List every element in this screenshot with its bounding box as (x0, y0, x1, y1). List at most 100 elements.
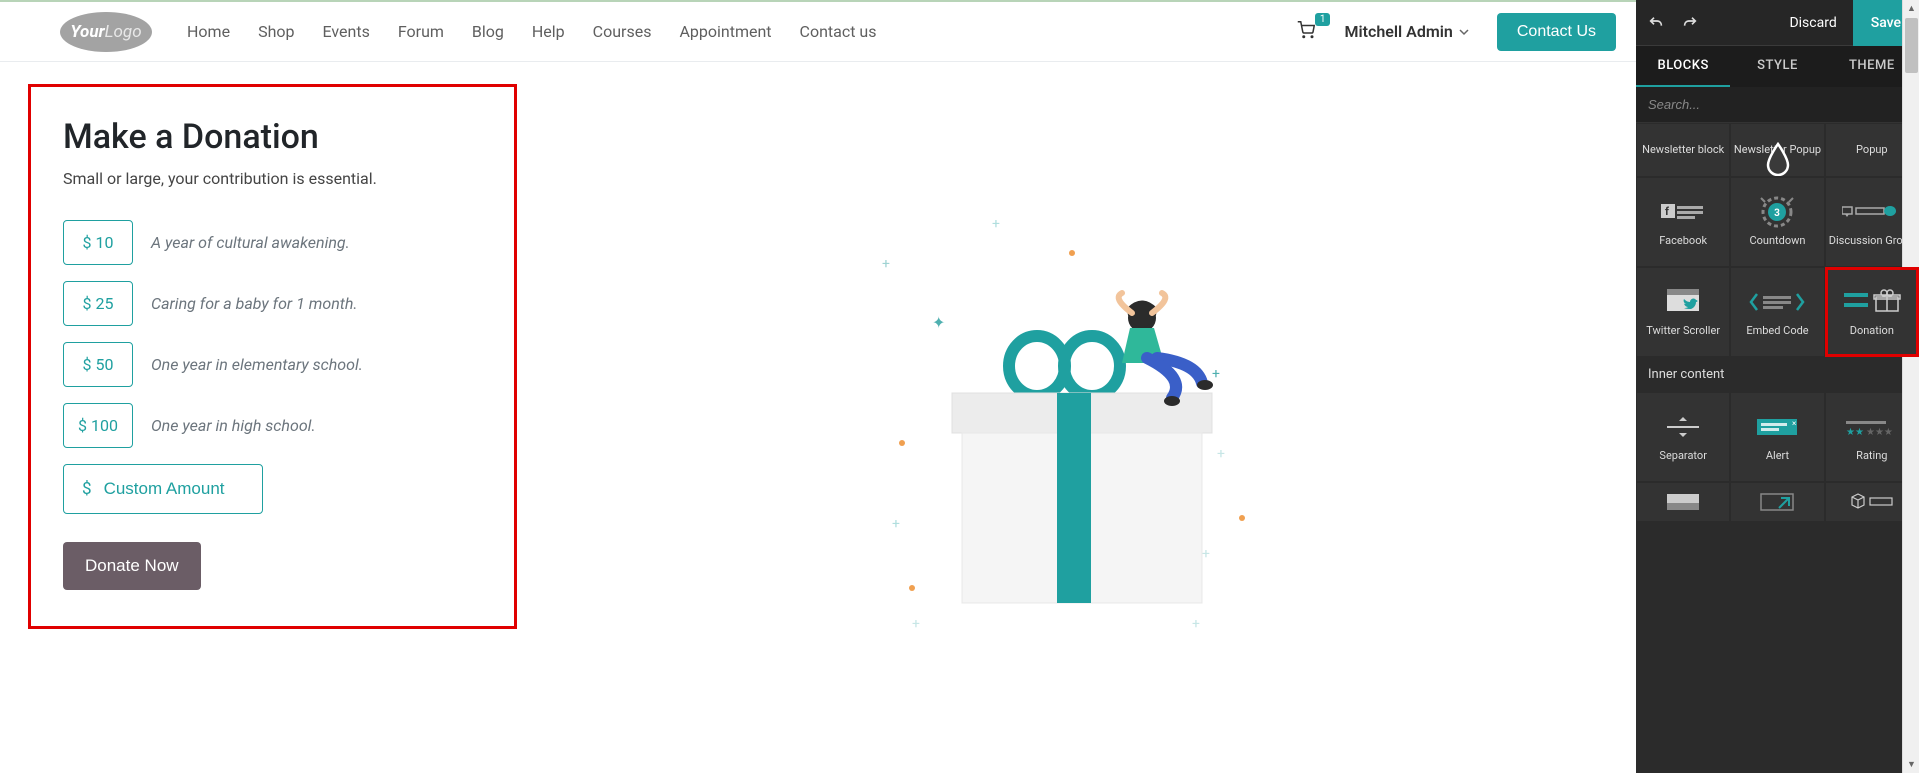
discard-button[interactable]: Discard (1779, 9, 1846, 37)
undo-icon (1648, 15, 1664, 31)
donation-amount-100[interactable]: $ 100 (63, 403, 133, 448)
custom-amount-field[interactable]: $ (63, 464, 263, 514)
donation-amount-25[interactable]: $ 25 (63, 281, 133, 326)
scroll-down-arrow[interactable]: ▼ (1903, 756, 1919, 773)
scroll-up-arrow[interactable]: ▲ (1903, 0, 1919, 17)
tab-style[interactable]: STYLE (1730, 46, 1824, 87)
site-header: YourLogo Home Shop Events Forum Blog Hel… (0, 2, 1636, 62)
nav-help[interactable]: Help (532, 22, 565, 41)
nav-home[interactable]: Home (187, 22, 230, 41)
custom-amount-input[interactable] (104, 479, 244, 499)
block-label: Rating (1856, 449, 1887, 462)
redo-icon (1682, 15, 1698, 31)
block-label: Facebook (1659, 234, 1707, 247)
nav-events[interactable]: Events (322, 22, 369, 41)
block-facebook[interactable]: f Facebook (1636, 177, 1730, 267)
block-label: Donation (1850, 324, 1894, 337)
block-search-input[interactable] (1646, 91, 1909, 118)
donation-desc-100: One year in high school. (151, 416, 316, 435)
block-label: Alert (1766, 449, 1789, 462)
svg-text:+: + (1192, 616, 1200, 632)
block-alert[interactable]: × Alert (1730, 392, 1824, 482)
vertical-scrollbar[interactable]: ▲ ▼ (1902, 0, 1919, 773)
contact-us-button[interactable]: Contact Us (1497, 13, 1616, 51)
countdown-icon: 3 (1759, 196, 1795, 228)
nav-blog[interactable]: Blog (472, 22, 504, 41)
twitter-icon (1661, 286, 1705, 318)
donation-amount-10[interactable]: $ 10 (63, 220, 133, 265)
block-separator[interactable]: Separator (1636, 392, 1730, 482)
svg-text:×: × (1792, 419, 1796, 428)
donation-title: Make a Donation (63, 117, 482, 157)
block-label: Twitter Scroller (1646, 324, 1720, 337)
editor-tabs: BLOCKS STYLE THEME (1636, 46, 1919, 87)
block-label: Embed Code (1746, 324, 1808, 337)
redo-button[interactable] (1678, 11, 1702, 35)
code-icon (1749, 286, 1805, 318)
donation-desc-50: One year in elementary school. (151, 355, 363, 374)
logo-text-2: Logo (105, 22, 142, 42)
block-embed-code[interactable]: Embed Code (1730, 267, 1824, 357)
svg-text:+: + (912, 616, 920, 632)
block-label: Separator (1659, 449, 1707, 462)
website-preview: YourLogo Home Shop Events Forum Blog Hel… (0, 0, 1636, 773)
block-donation[interactable]: Donation (1825, 267, 1919, 357)
donation-block[interactable]: Make a Donation Small or large, your con… (28, 84, 517, 629)
cart-button[interactable]: 1 (1296, 21, 1316, 43)
svg-text:★★★: ★★★ (1866, 427, 1893, 435)
nav-forum[interactable]: Forum (398, 22, 444, 41)
block-countdown[interactable]: 3 Countdown (1730, 177, 1824, 267)
currency-symbol: $ (82, 479, 92, 499)
block-label: Countdown (1749, 234, 1805, 247)
facebook-icon: f (1661, 196, 1705, 228)
nav-courses[interactable]: Courses (593, 22, 652, 41)
chevron-down-icon (1459, 27, 1469, 37)
block-twitter-scroller[interactable]: Twitter Scroller (1636, 267, 1730, 357)
user-name: Mitchell Admin (1344, 22, 1452, 41)
donation-subtitle: Small or large, your contribution is ess… (63, 169, 482, 188)
user-dropdown[interactable]: Mitchell Admin (1344, 22, 1468, 41)
block-label: Newsletter block (1642, 143, 1724, 156)
donation-desc-25: Caring for a baby for 1 month. (151, 294, 358, 313)
editor-toolbar: Discard Save (1636, 0, 1919, 46)
drop-cursor-icon (1765, 142, 1791, 176)
donation-amount-50[interactable]: $ 50 (63, 342, 133, 387)
donation-illustration: + + + + + + + + ✦ + + (517, 62, 1636, 773)
tab-blocks[interactable]: BLOCKS (1636, 46, 1730, 87)
svg-text:✦: ✦ (932, 313, 945, 332)
donation-desc-10: A year of cultural awakening. (151, 233, 350, 252)
blocks-panel[interactable]: Newsletter block Newsletter Popup Popup … (1636, 123, 1919, 773)
logo[interactable]: YourLogo (60, 12, 152, 52)
block-newsletter[interactable]: Newsletter block (1636, 123, 1730, 177)
inner-content-section: Inner content (1636, 357, 1919, 392)
nav-appointment[interactable]: Appointment (679, 22, 771, 41)
share-icon (1759, 486, 1795, 518)
block-newsletter-popup[interactable]: Newsletter Popup (1730, 123, 1824, 177)
undo-button[interactable] (1644, 11, 1668, 35)
nav-contact-us[interactable]: Contact us (800, 22, 877, 41)
cart-icon (1296, 21, 1316, 39)
svg-text:+: + (1212, 366, 1220, 382)
svg-text:f: f (1665, 205, 1669, 218)
svg-text:★★: ★★ (1846, 427, 1864, 435)
block-card-partial-1[interactable] (1636, 482, 1730, 522)
svg-text:+: + (992, 216, 1000, 232)
logo-text-1: Your (70, 22, 104, 42)
block-card-partial-2[interactable] (1730, 482, 1824, 522)
svg-text:+: + (1202, 546, 1210, 562)
cart-count-badge: 1 (1315, 13, 1331, 26)
svg-text:+: + (882, 256, 890, 272)
alert-icon: × (1755, 411, 1799, 443)
rating-icon: ★★★★★ (1844, 411, 1900, 443)
svg-text:+: + (1217, 446, 1225, 462)
separator-icon (1663, 411, 1703, 443)
scroll-thumb[interactable] (1905, 18, 1918, 73)
svg-text:+: + (892, 516, 900, 532)
donate-now-button[interactable]: Donate Now (63, 542, 201, 590)
donation-icon (1842, 286, 1902, 318)
block-label: Popup (1856, 143, 1888, 156)
nav-shop[interactable]: Shop (258, 22, 294, 41)
nav-links: Home Shop Events Forum Blog Help Courses… (187, 22, 877, 41)
editor-sidebar: Discard Save BLOCKS STYLE THEME Newslett… (1636, 0, 1919, 773)
card-icon (1665, 486, 1701, 518)
